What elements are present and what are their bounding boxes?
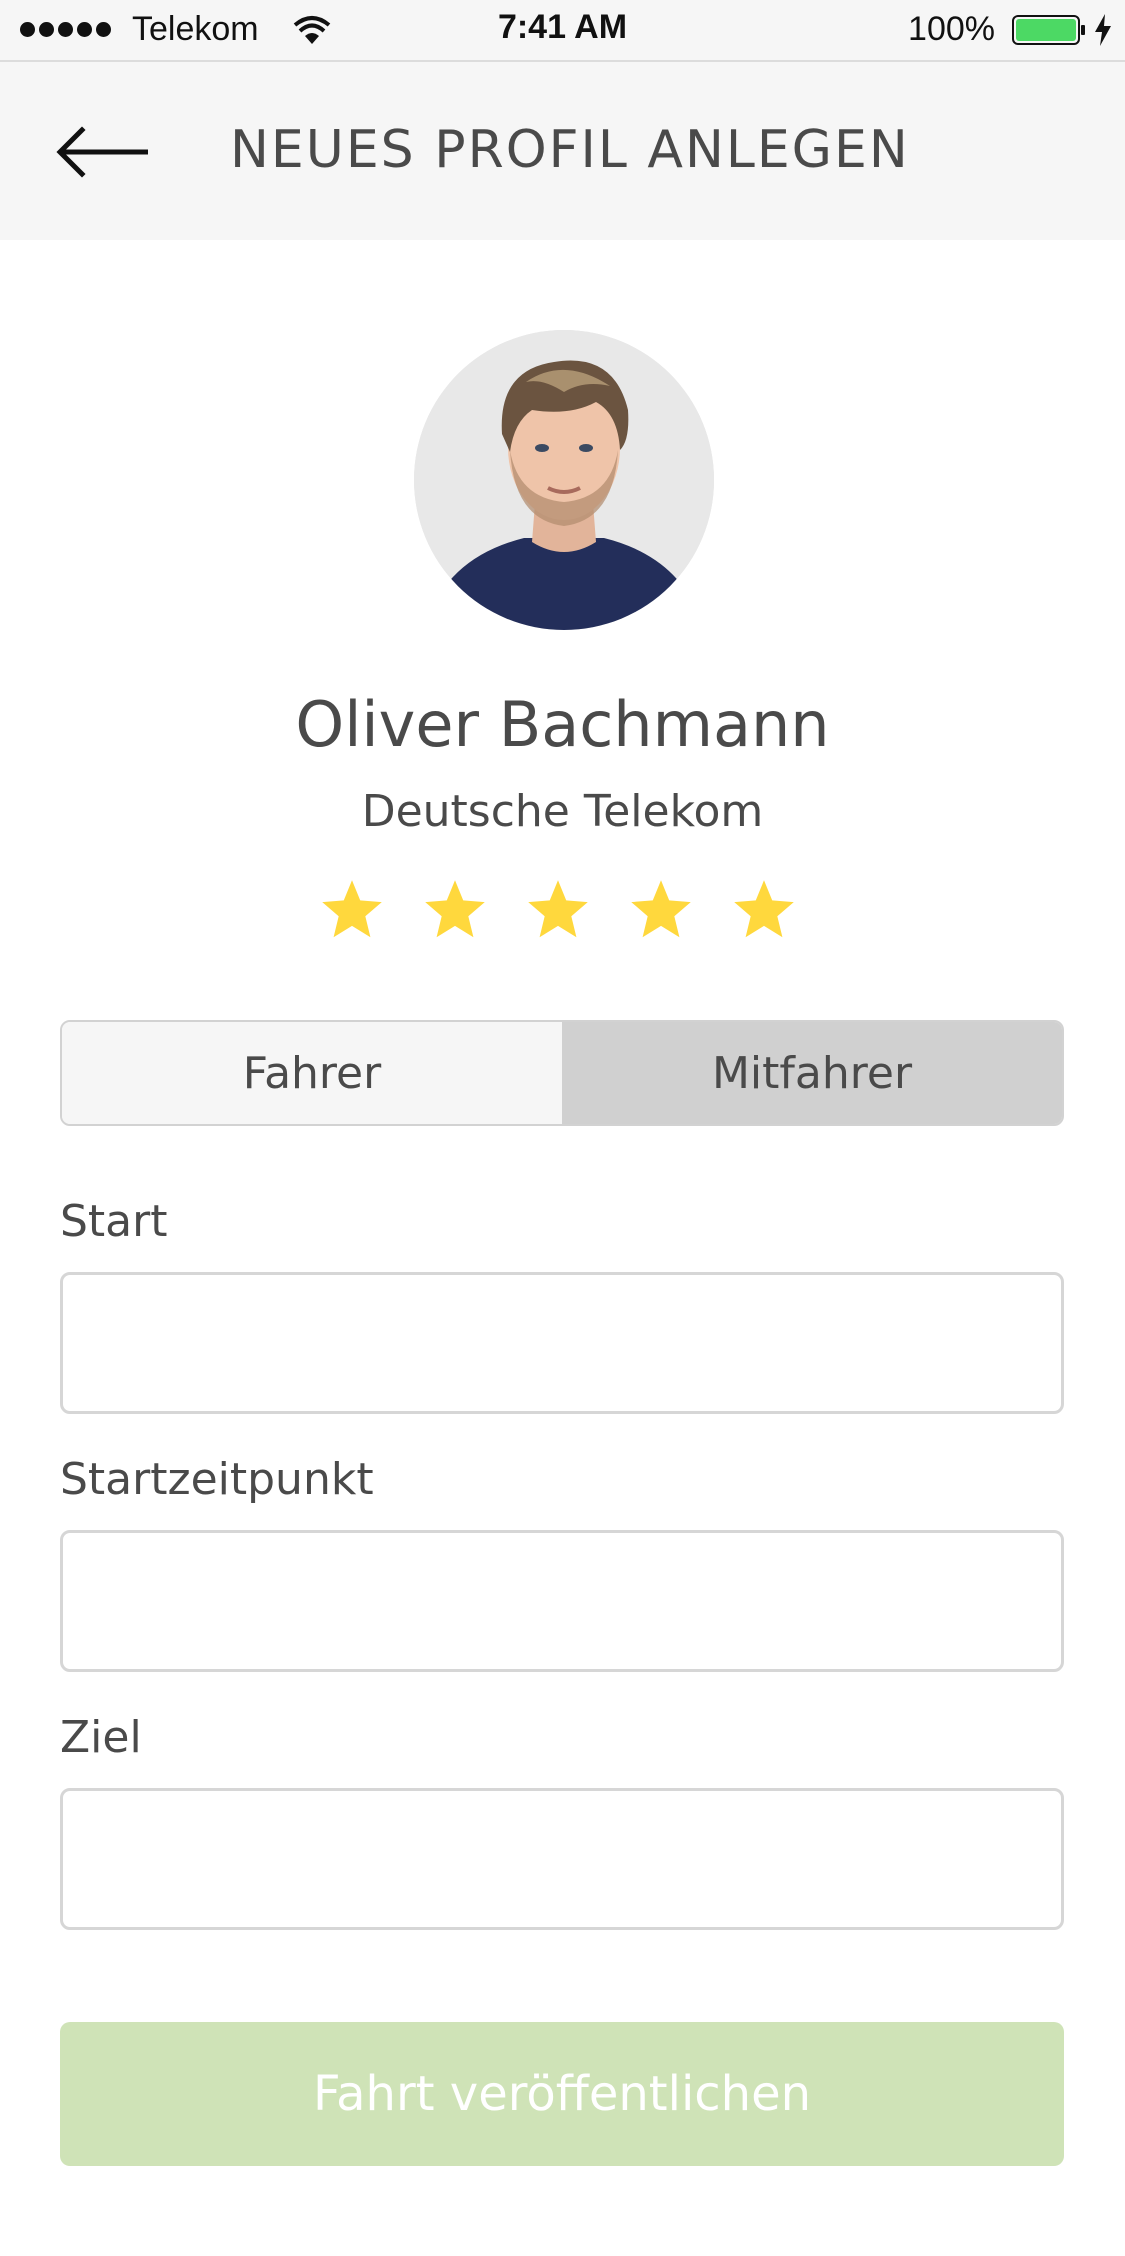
battery-percentage: 100%: [908, 10, 995, 48]
start-input[interactable]: [60, 1272, 1064, 1414]
segment-fahrer[interactable]: Fahrer: [62, 1022, 562, 1124]
screen: Telekom 7:41 AM 100% NEUES PROFIL ANLEGE…: [0, 0, 1125, 2256]
star-icon: [322, 880, 382, 938]
profile-photo: [414, 330, 714, 630]
profile-company: Deutsche Telekom: [361, 786, 764, 837]
charging-bolt-icon: [1095, 14, 1111, 46]
status-bar: Telekom 7:41 AM 100%: [0, 0, 1125, 60]
star-icon: [528, 880, 588, 938]
destination-input[interactable]: [60, 1788, 1064, 1930]
back-arrow-icon[interactable]: [56, 124, 152, 180]
role-segmented-control: Fahrer Mitfahrer: [60, 1020, 1064, 1126]
publish-ride-button[interactable]: Fahrt veröffentlichen: [60, 2022, 1064, 2166]
destination-label: Ziel: [60, 1712, 142, 1763]
start-label: Start: [60, 1196, 168, 1247]
start-time-label: Startzeitpunkt: [60, 1454, 374, 1505]
star-icon: [425, 880, 485, 938]
star-rating: [318, 876, 798, 944]
star-icon: [734, 880, 794, 938]
nav-header: NEUES PROFIL ANLEGEN: [0, 60, 1125, 240]
profile-name: Oliver Bachmann: [295, 688, 830, 761]
battery-icon: [1012, 15, 1085, 45]
page-title: NEUES PROFIL ANLEGEN: [230, 120, 910, 180]
star-icon: [631, 880, 691, 938]
avatar: [414, 330, 714, 630]
segment-mitfahrer[interactable]: Mitfahrer: [562, 1022, 1062, 1124]
start-time-input[interactable]: [60, 1530, 1064, 1672]
